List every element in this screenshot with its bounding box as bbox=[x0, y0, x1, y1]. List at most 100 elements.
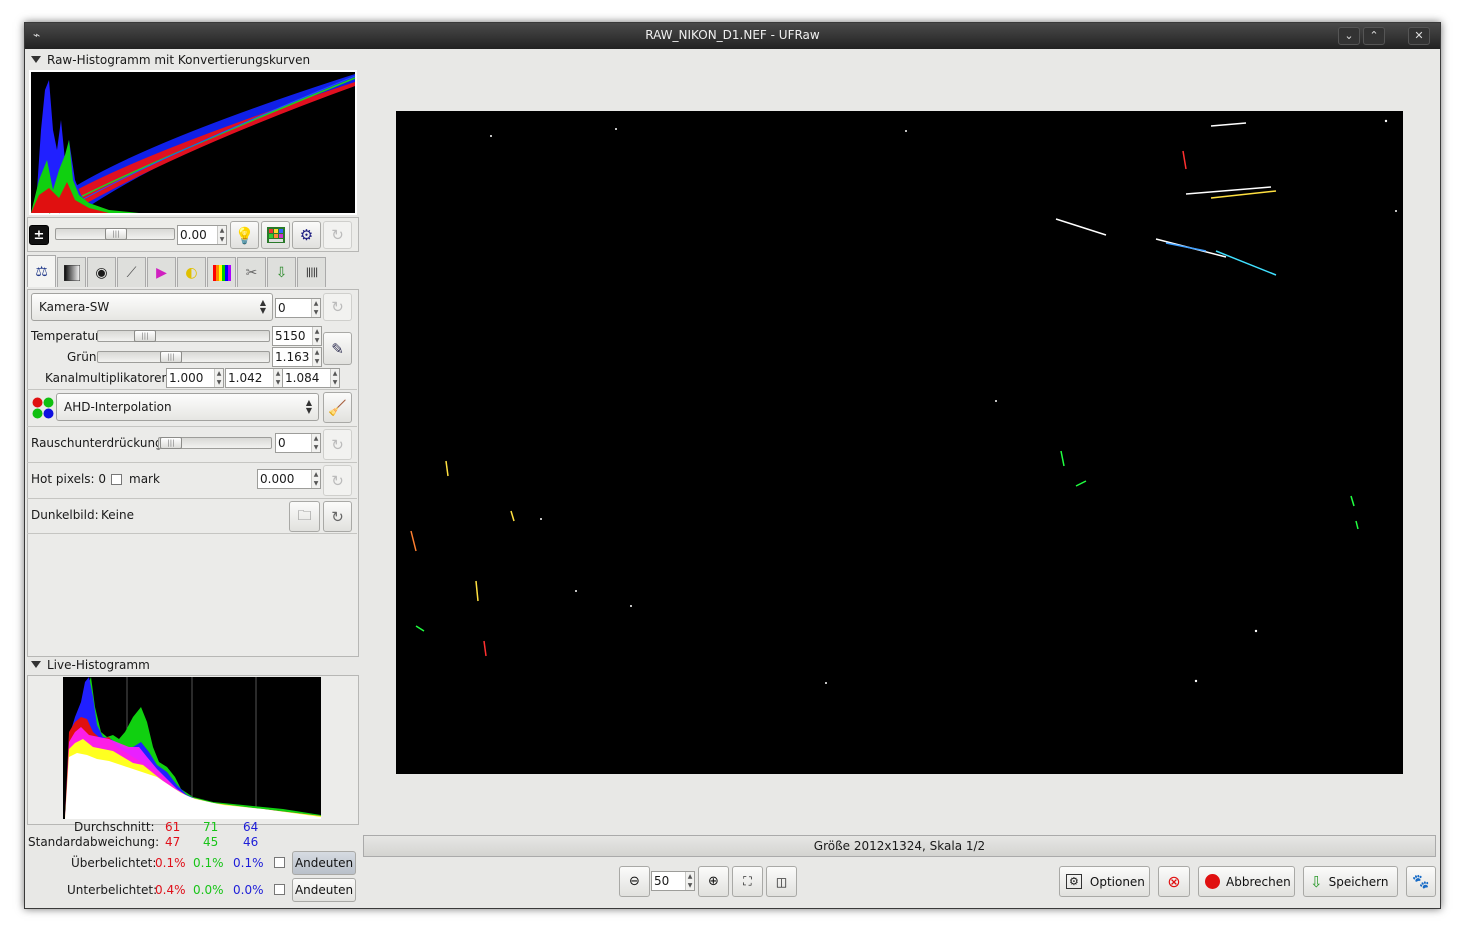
wb-fine-tune-input[interactable]: 0 ▲ ▼ bbox=[275, 298, 321, 318]
send-to-gimp-button[interactable]: 🐾 bbox=[1406, 866, 1436, 897]
exposure-value: 0.00 bbox=[180, 228, 207, 242]
noise-reduction-slider-knob[interactable]: ||| bbox=[160, 437, 182, 449]
close-button[interactable]: ✕ bbox=[1408, 27, 1430, 45]
multiplier-blue-value: 1.084 bbox=[285, 371, 320, 385]
tab-crop-rotate[interactable]: ✂ bbox=[237, 257, 266, 287]
multiplier-blue-input[interactable]: 1.084 ▲ ▼ bbox=[282, 368, 340, 388]
tab-save[interactable]: ⇩ bbox=[267, 257, 296, 287]
multiplier-green-input[interactable]: 1.042 ▲ ▼ bbox=[225, 368, 283, 388]
exposure-slider[interactable]: ||| bbox=[55, 228, 175, 240]
tab-color-management[interactable]: ▶ bbox=[147, 257, 176, 287]
underexposed-indicate-button[interactable]: Andeuten bbox=[292, 878, 356, 902]
live-histogram-expander[interactable]: Live-Histogramm bbox=[31, 658, 150, 672]
separator bbox=[27, 426, 357, 427]
tab-exif[interactable]: ||||| bbox=[297, 257, 326, 287]
tab-corrections[interactable]: ◐ bbox=[177, 257, 206, 287]
green-slider-knob[interactable]: ||| bbox=[160, 351, 182, 363]
multiplier-red-value: 1.000 bbox=[169, 371, 204, 385]
tab-base-curve[interactable]: ⟋ bbox=[117, 257, 146, 287]
hot-pixels-threshold-input[interactable]: 0.000 ▲ ▼ bbox=[257, 469, 321, 489]
zoom-input[interactable]: 50 ▲ ▼ bbox=[651, 871, 695, 891]
auto-exposure-button[interactable]: 💡 bbox=[230, 221, 259, 249]
green-input[interactable]: 1.163 ▲ ▼ bbox=[272, 347, 322, 367]
gimp-icon: 🐾 bbox=[1412, 873, 1430, 890]
white-balance-preset-select[interactable]: Kamera-SW ▲ ▼ bbox=[31, 293, 273, 321]
overexposed-checkbox[interactable] bbox=[274, 857, 285, 868]
separator bbox=[27, 533, 357, 534]
hot-pixels-mark-label: mark bbox=[129, 472, 160, 486]
temperature-label: Temperatur bbox=[31, 329, 100, 343]
temperature-slider[interactable]: ||| bbox=[97, 330, 270, 342]
wb-reset-button[interactable]: ↻ bbox=[323, 293, 352, 321]
hot-pixels-reset-button[interactable]: ↻ bbox=[323, 465, 352, 496]
tab-lightness[interactable] bbox=[207, 257, 236, 287]
reset-icon: ↻ bbox=[331, 226, 344, 244]
temperature-slider-knob[interactable]: ||| bbox=[134, 330, 156, 342]
tab-grayscale[interactable] bbox=[57, 257, 86, 287]
eyedropper-icon: ✎ bbox=[331, 339, 344, 358]
zoom-in-icon: ⊕ bbox=[708, 874, 719, 889]
exposure-slider-knob[interactable]: ||| bbox=[105, 228, 127, 240]
overexposed-indicate-button[interactable]: Andeuten bbox=[292, 851, 356, 875]
multiplier-red-input[interactable]: 1.000 ▲ ▼ bbox=[166, 368, 224, 388]
color-checker-button[interactable] bbox=[261, 221, 290, 249]
close-icon: ✕ bbox=[1414, 29, 1424, 42]
exposure-value-input[interactable]: 0.00 ▲ ▼ bbox=[177, 225, 227, 245]
tab-white-balance[interactable]: ⚖ bbox=[27, 255, 56, 287]
overexposed-label: Überbelichtet: bbox=[71, 856, 157, 870]
cancel-button[interactable]: Abbrechen bbox=[1198, 866, 1295, 897]
zoom-original-icon: ◫ bbox=[775, 874, 788, 889]
status-text: Größe 2012x1324, Skala 1/2 bbox=[813, 839, 986, 853]
gear-settings-icon: ⚙ bbox=[299, 226, 314, 244]
expander-arrow-icon bbox=[31, 56, 41, 63]
preferences-button[interactable]: ⚙ bbox=[292, 221, 321, 249]
zoom-in-button[interactable]: ⊕ bbox=[698, 866, 729, 897]
hot-pixels-mark-checkbox[interactable] bbox=[111, 474, 122, 485]
crop-icon: ✂ bbox=[245, 264, 258, 281]
exposure-reset-button[interactable]: ↻ bbox=[323, 221, 352, 249]
noise-reduction-slider[interactable]: ||| bbox=[158, 437, 272, 449]
minimize-button[interactable]: ⌄ bbox=[1338, 27, 1360, 45]
dark-frame-reset-button[interactable]: ↻ bbox=[323, 501, 352, 532]
separator bbox=[27, 498, 357, 499]
noise-reset-button[interactable]: ↻ bbox=[323, 429, 352, 460]
green-label: Grün bbox=[67, 350, 97, 364]
save-settings-icon: ⇩ bbox=[275, 264, 288, 281]
save-button[interactable]: ⇩ Speichern bbox=[1303, 866, 1398, 897]
image-preview[interactable] bbox=[396, 111, 1403, 774]
raw-histogram-expander[interactable]: Raw-Histogramm mit Konvertierungskurven bbox=[31, 53, 310, 67]
hot-pixels-label: Hot pixels: 0 bbox=[31, 472, 107, 486]
noise-reduction-value: 0 bbox=[278, 436, 286, 450]
separator bbox=[27, 389, 357, 390]
zoom-100-button[interactable]: ◫ bbox=[766, 866, 797, 897]
dark-frame-load-button[interactable]: 🗀 bbox=[289, 501, 320, 532]
interpolation-clean-button[interactable]: 🧹 bbox=[323, 392, 352, 423]
temperature-input[interactable]: 5150 ▲ ▼ bbox=[272, 326, 322, 346]
green-slider[interactable]: ||| bbox=[97, 351, 270, 363]
status-bar: Größe 2012x1324, Skala 1/2 bbox=[363, 835, 1436, 857]
stddev-red: 47 bbox=[165, 835, 181, 849]
multiplier-green-value: 1.042 bbox=[228, 371, 263, 385]
raw-histogram-canvas[interactable] bbox=[29, 70, 357, 215]
noise-reduction-input[interactable]: 0 ▲ ▼ bbox=[275, 433, 321, 453]
lens-icon: ◉ bbox=[95, 264, 108, 281]
reset-icon: ↻ bbox=[331, 298, 344, 316]
overexposed-indicate-label: Andeuten bbox=[294, 856, 354, 870]
underexposed-green: 0.0% bbox=[193, 883, 224, 897]
delete-button[interactable]: ⊗ bbox=[1158, 866, 1190, 897]
maximize-button[interactable]: ⌃ bbox=[1363, 27, 1385, 45]
interpolation-select[interactable]: AHD-Interpolation ▲ ▼ bbox=[56, 393, 319, 421]
zoom-out-button[interactable]: ⊖ bbox=[619, 866, 650, 897]
zoom-fit-button[interactable]: ⛶ bbox=[732, 866, 763, 897]
options-button[interactable]: ⚙ Optionen bbox=[1059, 866, 1150, 897]
tool-tabs: ⚖ ◉ ⟋ ▶ ◐ ✂ ⇩ ||||| bbox=[27, 255, 357, 291]
live-histogram-canvas[interactable] bbox=[63, 677, 321, 819]
underexposed-checkbox[interactable] bbox=[274, 884, 285, 895]
green-value: 1.163 bbox=[275, 350, 310, 364]
dark-frame-value: Keine bbox=[101, 508, 134, 522]
exposure-plus-minus-icon: ± bbox=[29, 225, 49, 245]
pick-white-balance-button[interactable]: ✎ bbox=[323, 332, 352, 365]
tab-lens[interactable]: ◉ bbox=[87, 257, 116, 287]
lightness-hue-icon bbox=[212, 264, 231, 281]
title-bar[interactable]: ⌁ RAW_NIKON_D1.NEF - UFRaw ⌄ ⌃ ✕ bbox=[25, 23, 1440, 49]
